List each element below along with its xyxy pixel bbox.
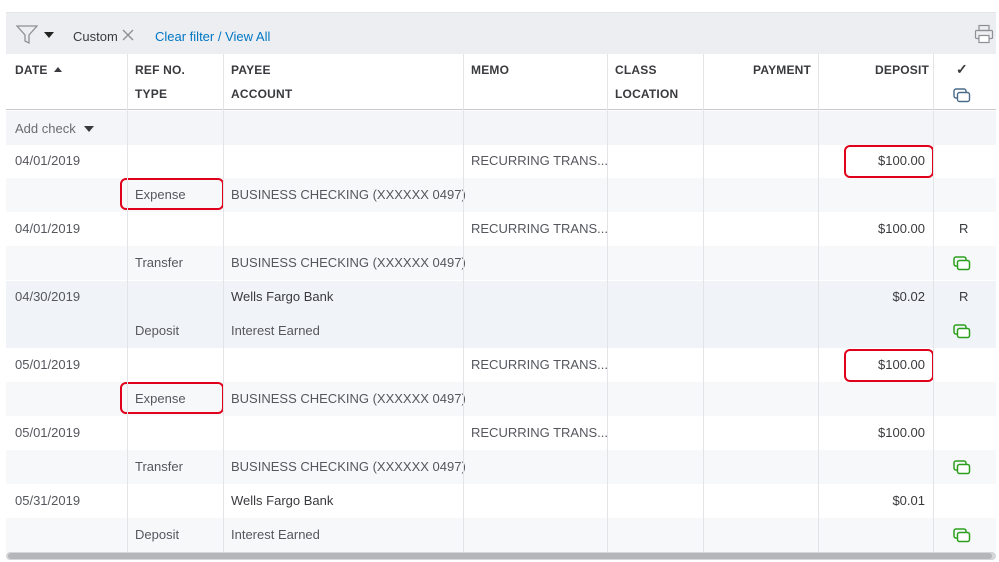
- sort-ascending-icon: [53, 67, 62, 72]
- transaction-deposit: $100.00: [878, 425, 925, 440]
- column-header-payee[interactable]: PAYEE: [231, 63, 271, 77]
- print-icon[interactable]: [974, 24, 994, 44]
- register-header: DATE REF NO. TYPE PAYEE ACCOUNT MEMO CLA…: [6, 54, 996, 110]
- transaction-cleared-status: R: [959, 289, 969, 304]
- attachment-header-icon: [953, 88, 971, 103]
- transaction-date: 04/01/2019: [15, 153, 81, 168]
- close-icon[interactable]: [121, 28, 135, 42]
- column-header-account[interactable]: ACCOUNT: [231, 87, 292, 101]
- clear-filter-link[interactable]: Clear filter / View All: [155, 29, 270, 44]
- transaction-account: BUSINESS CHECKING (XXXXXX 0497): [231, 459, 466, 474]
- transaction-account: BUSINESS CHECKING (XXXXXX 0497): [231, 391, 466, 406]
- column-divider: [703, 54, 704, 552]
- attachment-icon[interactable]: [953, 256, 971, 271]
- transaction-type: Transfer: [135, 459, 183, 474]
- transaction-row-line-1: [6, 485, 996, 518]
- transaction-row[interactable]: 04/01/2019 RECURRING TRANS... $100.00 Expen…: [6, 145, 996, 212]
- add-check-button[interactable]: Add check: [15, 121, 76, 136]
- filter-icon[interactable]: [16, 25, 38, 45]
- transaction-type: Deposit: [135, 527, 180, 542]
- column-header-type[interactable]: TYPE: [135, 87, 167, 101]
- transaction-account: Interest Earned: [231, 527, 320, 542]
- deposit-highlight-box: [844, 349, 934, 382]
- column-header-cleared-check[interactable]: ✓: [956, 61, 968, 78]
- attachment-icon[interactable]: [953, 528, 971, 543]
- scrollbar-thumb[interactable]: [8, 553, 992, 559]
- column-header-location[interactable]: LOCATION: [615, 87, 678, 101]
- transaction-row[interactable]: 05/01/2019 RECURRING TRANS... $100.00 Trans…: [6, 417, 996, 484]
- transaction-date: 05/01/2019: [15, 425, 81, 440]
- add-check-row: Add check: [6, 111, 996, 145]
- transaction-memo: RECURRING TRANS...: [471, 425, 608, 440]
- transaction-row[interactable]: 05/01/2019 RECURRING TRANS... $100.00 Expen…: [6, 349, 996, 416]
- column-header-payment[interactable]: PAYMENT: [753, 63, 811, 77]
- column-divider: [933, 54, 934, 552]
- transaction-date: 05/01/2019: [15, 357, 81, 372]
- transaction-date: 04/01/2019: [15, 221, 81, 236]
- transaction-date: 04/30/2019: [15, 289, 81, 304]
- transaction-memo: RECURRING TRANS...: [471, 357, 608, 372]
- transaction-type: Deposit: [135, 323, 180, 338]
- transaction-deposit: $100.00: [878, 221, 925, 236]
- column-divider: [463, 54, 464, 552]
- transaction-account: Interest Earned: [231, 323, 320, 338]
- transaction-row-line-1: [6, 281, 996, 314]
- column-divider: [223, 54, 224, 552]
- column-header-deposit[interactable]: DEPOSIT: [875, 63, 929, 77]
- column-header-memo[interactable]: MEMO: [471, 63, 509, 77]
- transaction-type: Transfer: [135, 255, 183, 270]
- transaction-deposit: $0.02: [892, 289, 925, 304]
- column-header-ref-no[interactable]: REF NO.: [135, 63, 185, 77]
- filter-dropdown-caret-icon[interactable]: [44, 32, 54, 38]
- column-divider: [818, 54, 819, 552]
- transaction-date: 05/31/2019: [15, 493, 81, 508]
- transaction-memo: RECURRING TRANS...: [471, 221, 608, 236]
- transaction-payee: Wells Fargo Bank: [231, 493, 334, 508]
- transaction-account: BUSINESS CHECKING (XXXXXX 0497): [231, 187, 466, 202]
- transaction-row[interactable]: 04/30/2019 Wells Fargo Bank $0.02 Deposit In…: [6, 281, 996, 348]
- deposit-highlight-box: [844, 145, 934, 178]
- column-header-date[interactable]: DATE: [15, 63, 62, 77]
- register-toolbar: Custom Clear filter / View All: [6, 12, 996, 54]
- column-divider: [127, 54, 128, 552]
- transaction-payee: Wells Fargo Bank: [231, 289, 334, 304]
- type-highlight-box: [120, 178, 224, 210]
- type-highlight-box: [120, 382, 224, 414]
- filter-custom-label: Custom: [73, 29, 118, 44]
- transaction-memo: RECURRING TRANS...: [471, 153, 608, 168]
- column-header-class[interactable]: CLASS: [615, 63, 657, 77]
- transaction-account: BUSINESS CHECKING (XXXXXX 0497): [231, 255, 466, 270]
- transaction-row[interactable]: 04/01/2019 RECURRING TRANS... $100.00 Trans…: [6, 213, 996, 280]
- add-check-dropdown-caret-icon[interactable]: [84, 126, 94, 132]
- transaction-cleared-status: R: [959, 221, 969, 236]
- horizontal-scrollbar[interactable]: [6, 552, 996, 560]
- column-divider: [607, 54, 608, 552]
- attachment-icon[interactable]: [953, 324, 971, 339]
- transaction-row[interactable]: 05/31/2019 Wells Fargo Bank $0.01 Deposit In…: [6, 485, 996, 552]
- bank-register: Custom Clear filter / View All DATE REF …: [6, 12, 996, 562]
- attachment-icon[interactable]: [953, 460, 971, 475]
- transaction-deposit: $0.01: [892, 493, 925, 508]
